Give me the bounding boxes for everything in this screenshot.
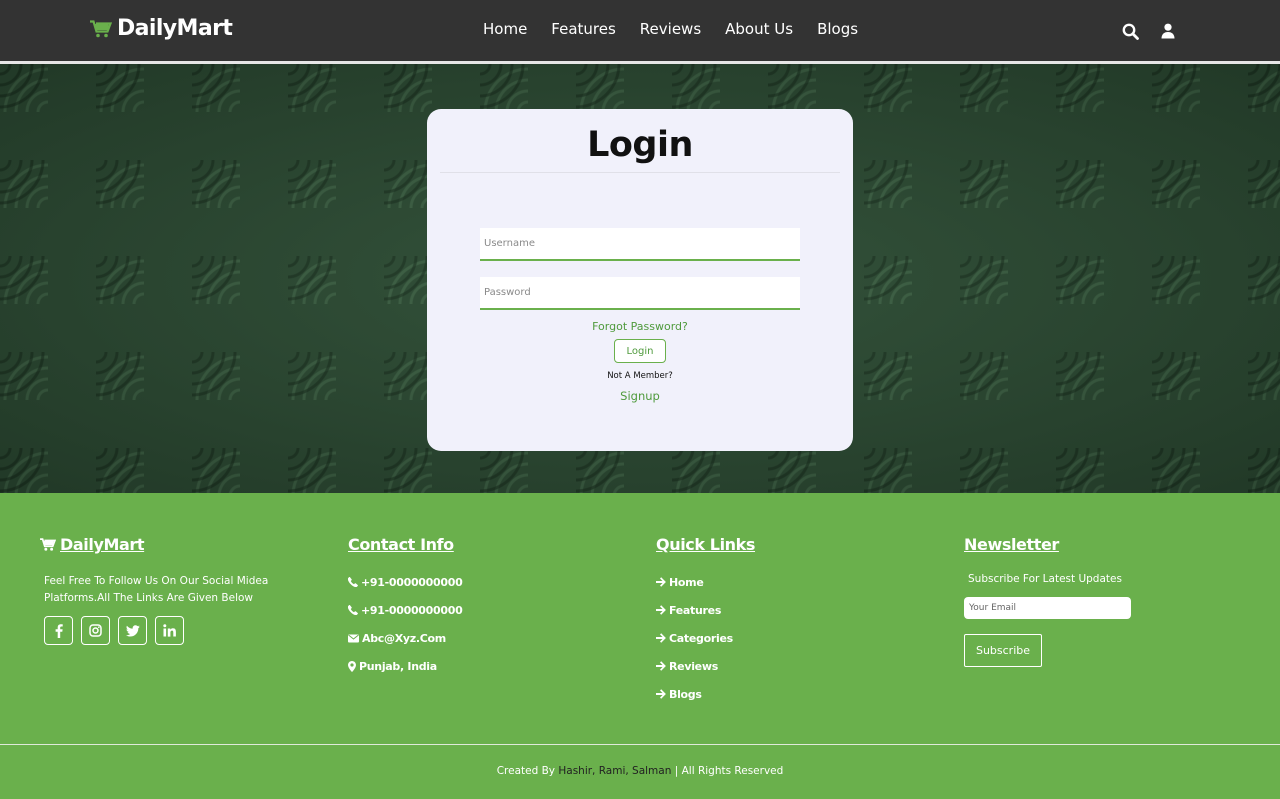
envelope-icon <box>348 634 359 642</box>
footer: DailyMart Feel Free To Follow Us On Our … <box>0 493 1280 799</box>
credit-prefix: Created By <box>496 765 559 777</box>
quick-link-features[interactable]: Features <box>656 596 733 624</box>
quick-link-home[interactable]: Home <box>656 568 733 596</box>
contact-phone-1[interactable]: +91-0000000000 <box>348 568 463 596</box>
contact-phone-2[interactable]: +91-0000000000 <box>348 596 463 624</box>
logo-text: DailyMart <box>117 16 233 41</box>
twitter-icon[interactable] <box>118 616 147 645</box>
nav-reviews[interactable]: Reviews <box>640 20 701 38</box>
quick-link-blogs-label: Blogs <box>669 687 702 701</box>
top-navbar: DailyMart Home Features Reviews About Us… <box>0 0 1280 61</box>
username-input[interactable] <box>480 228 800 261</box>
footer-brand-column: DailyMart Feel Free To Follow Us On Our … <box>40 535 268 645</box>
login-title: Login <box>587 125 693 165</box>
footer-contact-column: Contact Info +91-0000000000 +91-00000000… <box>348 535 463 673</box>
quick-links-title: Quick Links <box>656 535 756 554</box>
contact-info-title: Contact Info <box>348 535 454 554</box>
newsletter-title: Newsletter <box>964 535 1059 554</box>
instagram-icon[interactable] <box>81 616 110 645</box>
search-icon[interactable] <box>1121 21 1139 41</box>
contact-email-text: Abc@Xyz.Com <box>362 631 446 645</box>
cart-icon <box>90 19 112 37</box>
main-nav: Home Features Reviews About Us Blogs <box>483 20 858 38</box>
credit-names: Hashir, Rami, Salman <box>558 765 672 777</box>
contact-phone-1-text: +91-0000000000 <box>361 575 463 589</box>
newsletter-text: Subscribe For Latest Updates <box>968 573 1122 585</box>
login-button[interactable]: Login <box>614 339 666 363</box>
not-member-text: Not A Member? <box>607 371 673 381</box>
credit-text: Created By Hashir, Rami, Salman | All Ri… <box>0 765 1280 777</box>
nav-features[interactable]: Features <box>551 20 616 38</box>
contact-location[interactable]: Punjab, India <box>348 652 462 680</box>
nav-blogs[interactable]: Blogs <box>817 20 858 38</box>
contact-location-text: Punjab, India <box>359 659 437 673</box>
arrow-right-icon <box>656 689 666 699</box>
phone-icon <box>348 605 358 615</box>
logo-link[interactable]: DailyMart <box>90 16 233 41</box>
social-links <box>44 616 192 645</box>
contact-phone-2-text: +91-0000000000 <box>361 603 463 617</box>
footer-about-text: Feel Free To Follow Us On Our Social Mid… <box>44 575 269 604</box>
contact-list: +91-0000000000 +91-0000000000 Abc@Xyz.Co… <box>348 568 463 680</box>
newsletter-email-input[interactable] <box>964 597 1131 619</box>
footer-brand-title[interactable]: DailyMart <box>40 535 145 554</box>
footer-quick-links-column: Quick Links Home Features Categories Rev… <box>656 535 756 701</box>
password-input[interactable] <box>480 277 800 310</box>
arrow-right-icon <box>656 605 666 615</box>
linkedin-icon[interactable] <box>155 616 184 645</box>
quick-link-blogs[interactable]: Blogs <box>656 680 733 708</box>
user-icon[interactable] <box>1159 21 1177 41</box>
nav-home[interactable]: Home <box>483 20 527 38</box>
map-marker-icon <box>348 660 356 672</box>
arrow-right-icon <box>656 661 666 671</box>
phone-icon <box>348 577 358 587</box>
arrow-right-icon <box>656 577 666 587</box>
quick-link-categories[interactable]: Categories <box>656 624 733 652</box>
contact-email[interactable]: Abc@Xyz.Com <box>348 624 462 652</box>
footer-divider <box>0 744 1280 745</box>
quick-link-categories-label: Categories <box>669 631 733 645</box>
login-card: Login Forgot Password? Login Not A Membe… <box>427 109 853 451</box>
footer-brand-text: DailyMart <box>60 535 145 554</box>
quick-link-features-label: Features <box>669 603 722 617</box>
credit-suffix: | All Rights Reserved <box>671 765 784 777</box>
quick-link-reviews-label: Reviews <box>669 659 718 673</box>
signup-link[interactable]: Signup <box>427 389 853 403</box>
subscribe-button[interactable]: Subscribe <box>964 634 1042 667</box>
nav-about-us[interactable]: About Us <box>725 20 793 38</box>
cart-icon <box>40 538 56 551</box>
quick-link-reviews[interactable]: Reviews <box>656 652 733 680</box>
forgot-password-link[interactable]: Forgot Password? <box>427 320 853 333</box>
facebook-icon[interactable] <box>44 616 73 645</box>
arrow-right-icon <box>656 633 666 643</box>
quick-links-list: Home Features Categories Reviews Blogs <box>656 568 733 708</box>
card-divider <box>440 172 840 173</box>
footer-newsletter-column: Newsletter Subscribe For Latest Updates … <box>964 535 1131 667</box>
quick-link-home-label: Home <box>669 575 704 589</box>
